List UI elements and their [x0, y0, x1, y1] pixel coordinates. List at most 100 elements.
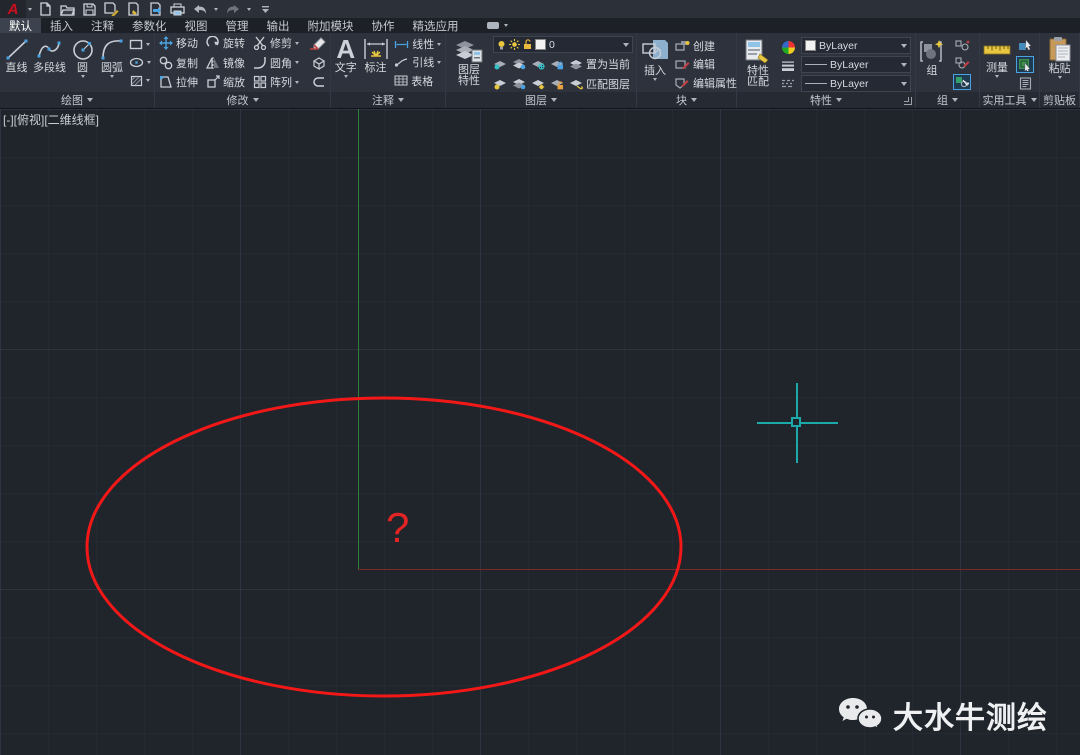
- dimension-button[interactable]: 标注: [361, 33, 391, 92]
- array-button[interactable]: 阵列: [253, 73, 299, 92]
- drawn-question-mark-text[interactable]: ?: [386, 507, 409, 549]
- edit-attributes-button[interactable]: 编辑属性: [675, 74, 744, 92]
- linetype-icon[interactable]: [781, 79, 795, 88]
- tab-featured-apps[interactable]: 精选应用: [404, 18, 468, 33]
- linear-dim-button[interactable]: 线性: [394, 35, 441, 53]
- group-icon: [919, 38, 945, 65]
- tab-label: 参数化: [132, 18, 167, 34]
- object-color-combo[interactable]: ByLayer: [801, 37, 911, 54]
- layer-sun-stack-icon[interactable]: [531, 78, 545, 90]
- export-button[interactable]: [148, 2, 163, 17]
- table-button[interactable]: 表格: [394, 72, 433, 90]
- viewport-controls[interactable]: [-][俯视][二维线框]: [3, 111, 99, 128]
- tab-view[interactable]: 视图: [176, 18, 217, 33]
- panel-draw-footer[interactable]: 绘图: [0, 92, 154, 108]
- redo-dropdown-caret-icon[interactable]: [247, 8, 251, 11]
- group-edit-icon[interactable]: [954, 56, 970, 69]
- panel-block-footer[interactable]: 块: [637, 92, 736, 108]
- customize-qat-button[interactable]: [258, 2, 273, 17]
- panel-annotation-footer[interactable]: 注释: [331, 92, 445, 108]
- stretch-button[interactable]: 拉伸: [159, 73, 198, 92]
- save-as-button[interactable]: [104, 2, 119, 17]
- erase-button[interactable]: [309, 34, 326, 53]
- set-current-button[interactable]: 置为当前: [569, 54, 630, 73]
- redo-button[interactable]: [225, 2, 240, 17]
- create-block-button[interactable]: 创建: [675, 37, 715, 55]
- color-wheel-icon[interactable]: [782, 41, 795, 54]
- layer-freeze-icon[interactable]: [531, 58, 545, 70]
- tab-output[interactable]: 输出: [258, 18, 299, 33]
- paste-button[interactable]: 粘贴: [1048, 33, 1072, 92]
- tab-parametric[interactable]: 参数化: [123, 18, 176, 33]
- app-menu-button[interactable]: A: [0, 0, 26, 18]
- text-button[interactable]: A 文字: [335, 33, 357, 92]
- ellipse-button[interactable]: [129, 53, 151, 71]
- new-file-icon: [39, 2, 52, 16]
- lineweight-combo[interactable]: ByLayer: [801, 56, 911, 73]
- insert-block-button[interactable]: 插入: [641, 35, 669, 94]
- group-selectable-toggle[interactable]: [953, 74, 971, 90]
- match-layer-button[interactable]: 匹配图层: [569, 74, 630, 93]
- quick-calc-toggle[interactable]: [1016, 56, 1034, 73]
- print-button[interactable]: [170, 2, 185, 17]
- layer-thaw-sun-icon: [509, 39, 520, 50]
- panel-layers-footer[interactable]: 图层: [446, 92, 636, 108]
- polyline-button[interactable]: 多段线: [33, 33, 66, 92]
- layer-lock-icon[interactable]: [550, 58, 564, 70]
- explode-button[interactable]: [311, 53, 326, 72]
- mirror-button[interactable]: 镜像: [206, 53, 245, 72]
- open-file-button[interactable]: [60, 2, 75, 17]
- panel-properties-footer[interactable]: 特性: [737, 92, 915, 108]
- arc-icon: [99, 36, 125, 62]
- leader-button[interactable]: 引线: [394, 53, 441, 71]
- undo-button[interactable]: [192, 2, 207, 17]
- layer-off-icon[interactable]: [493, 58, 507, 70]
- save-button[interactable]: [82, 2, 97, 17]
- tab-insert[interactable]: 插入: [41, 18, 82, 33]
- layer-properties-button[interactable]: 图层特性: [449, 35, 489, 94]
- drawing-canvas[interactable]: [-][俯视][二维线框] ? 大水牛测绘: [0, 109, 1080, 755]
- move-button[interactable]: 移动: [159, 34, 198, 53]
- tab-addins[interactable]: 附加模块: [299, 18, 363, 33]
- scale-button[interactable]: 缩放: [206, 73, 245, 92]
- rectangle-button[interactable]: [129, 35, 150, 53]
- trim-button[interactable]: 修剪: [253, 34, 299, 53]
- group-button[interactable]: 组: [919, 35, 945, 94]
- list-icon[interactable]: [1019, 77, 1032, 90]
- hatch-button[interactable]: [130, 72, 150, 90]
- rotate-button[interactable]: 旋转: [206, 34, 245, 53]
- layer-select-combo[interactable]: 0: [493, 36, 633, 53]
- panel-group-footer[interactable]: 组: [916, 92, 979, 108]
- panel-modify-footer[interactable]: 修改: [155, 92, 330, 108]
- copy-button[interactable]: 复制: [159, 53, 198, 72]
- tab-collaborate[interactable]: 协作: [363, 18, 404, 33]
- tab-home[interactable]: 默认: [0, 18, 41, 33]
- panel-clipboard-footer[interactable]: 剪贴板: [1040, 92, 1079, 108]
- match-properties-button[interactable]: 特性匹配: [741, 35, 775, 94]
- drawn-ellipse[interactable]: [83, 394, 685, 700]
- join-button[interactable]: [311, 73, 326, 92]
- plot-stamp-button[interactable]: [126, 2, 141, 17]
- tab-annotate[interactable]: 注释: [82, 18, 123, 33]
- linetype-combo[interactable]: ByLayer: [801, 75, 911, 92]
- layer-isolate-icon[interactable]: [512, 58, 526, 70]
- undo-dropdown-caret-icon[interactable]: [214, 8, 218, 11]
- layer-thaw-stack-icon[interactable]: [512, 78, 526, 90]
- line-button[interactable]: 直线: [4, 33, 30, 92]
- arc-button[interactable]: 圆弧: [99, 33, 125, 92]
- fillet-button[interactable]: 圆角: [253, 53, 299, 72]
- layer-on-bulb-stack-icon[interactable]: [493, 78, 507, 90]
- panel-utilities-footer[interactable]: 实用工具: [980, 92, 1039, 108]
- new-file-button[interactable]: [38, 2, 53, 17]
- tab-manage[interactable]: 管理: [217, 18, 258, 33]
- layer-unlock-stack-icon[interactable]: [550, 78, 564, 90]
- circle-button[interactable]: 圆: [70, 33, 96, 92]
- ungroup-icon[interactable]: [954, 39, 970, 52]
- ribbon-display-icon: [486, 21, 500, 30]
- properties-dialog-launcher-icon[interactable]: [904, 97, 912, 105]
- lineweight-icon[interactable]: [781, 61, 795, 71]
- quick-select-icon[interactable]: [1018, 39, 1033, 52]
- measure-button[interactable]: 测量: [983, 35, 1011, 94]
- ribbon-display-toggle[interactable]: [486, 18, 508, 33]
- edit-block-button[interactable]: 编辑: [675, 55, 715, 73]
